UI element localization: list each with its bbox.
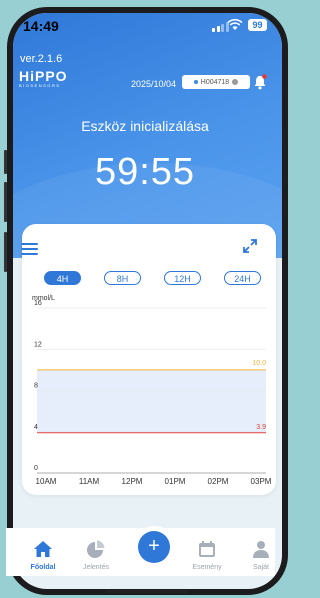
- app-version: ver.2.1.6: [20, 53, 63, 65]
- device-id: H004718: [200, 78, 230, 86]
- range-12h-button[interactable]: 12H: [164, 271, 201, 285]
- calendar-icon: [199, 541, 215, 557]
- tab-profile-label: Saját: [253, 564, 269, 571]
- tab-home[interactable]: Főoldal: [18, 540, 68, 571]
- tab-events-label: Esemény: [192, 564, 222, 571]
- add-event-button[interactable]: +: [138, 531, 170, 563]
- tab-profile[interactable]: Saját: [236, 540, 286, 571]
- wifi-icon: [227, 19, 243, 30]
- range-4h-button[interactable]: 4H: [44, 271, 81, 285]
- device-status-dot: [193, 80, 198, 84]
- page-title: Eszköz inicializálása: [81, 118, 209, 134]
- tab-home-label: Főoldal: [30, 564, 56, 571]
- expand-icon[interactable]: [243, 239, 257, 253]
- glucose-chart-card: [22, 224, 276, 495]
- tab-report-label: Jelentés: [82, 564, 110, 571]
- range-8h-button[interactable]: 8H: [104, 271, 141, 285]
- home-icon: [34, 541, 52, 557]
- init-countdown: 59:55: [94, 151, 196, 193]
- status-time: 14:49: [23, 18, 59, 34]
- bell-icon[interactable]: [253, 74, 267, 90]
- menu-icon[interactable]: [21, 243, 38, 255]
- home-indicator: [106, 590, 188, 593]
- device-badge[interactable]: H004718: [182, 75, 250, 89]
- device-settings-icon: [232, 79, 239, 85]
- header-background: [13, 13, 282, 383]
- range-24h-button[interactable]: 24H: [224, 271, 261, 285]
- tab-events[interactable]: Esemény: [182, 540, 232, 571]
- person-icon: [253, 541, 269, 558]
- tab-report[interactable]: Jelentés: [71, 540, 121, 571]
- app-logo: HiPPO BIOSENSORS: [19, 68, 68, 88]
- battery-indicator: 99: [248, 19, 267, 31]
- pie-chart-icon: [87, 540, 105, 558]
- session-date: 2025/10/04: [131, 79, 177, 89]
